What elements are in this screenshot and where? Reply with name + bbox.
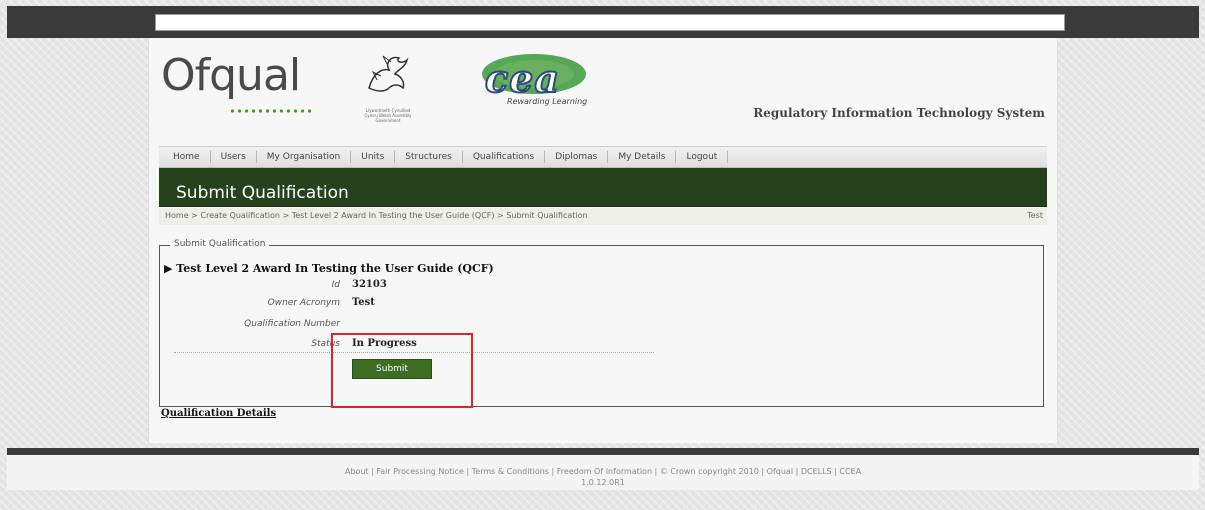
field-row-qualification-number: Qualification Number [160,316,490,334]
field-row-owner-acronym: Owner Acronym Test [160,295,490,313]
field-label: Owner Acronym [267,298,340,308]
field-label: Qualification Number [244,319,340,329]
nav-item-diplomas[interactable]: Diplomas [545,151,609,163]
cea-tagline: Rewarding Learning [507,97,588,106]
system-title: Regulatory Information Technology System [753,106,1045,120]
nav-item-logout[interactable]: Logout [676,151,729,163]
field-label: Status [311,339,340,349]
browser-top-bar [7,6,1199,38]
welsh-assembly-logo: Llywodraeth Cynulliad Cymru Welsh Assemb… [359,50,417,123]
ofqual-logo: Ofqual [161,50,301,101]
breadcrumb[interactable]: Home > Create Qualification > Test Level… [165,211,588,220]
footer-strip [7,448,1199,455]
breadcrumb-bar: Home > Create Qualification > Test Level… [159,208,1047,225]
main-nav: Home Users My Organisation Units Structu… [159,146,1047,168]
footer-version: 1.0.12.0R1 [581,478,625,487]
address-field[interactable] [155,14,1065,31]
nav-item-structures[interactable]: Structures [395,151,463,163]
field-label: Id [331,280,340,290]
nav-item-my-organisation[interactable]: My Organisation [257,151,352,163]
footer-links[interactable]: About | Fair Processing Notice | Terms &… [7,467,1199,476]
cea-logo: cea Rewarding Learning [479,50,589,110]
title-bar: Submit Qualification [159,168,1047,207]
nav-item-qualifications[interactable]: Qualifications [463,151,546,163]
nav-item-my-details[interactable]: My Details [608,151,677,163]
field-row-id: Id 32103 [160,277,490,295]
fieldset-legend: Submit Qualification [170,239,270,249]
nav-item-users[interactable]: Users [211,151,257,163]
field-value: 32103 [352,279,387,290]
page-title: Submit Qualification [176,183,349,203]
field-value: Test [352,297,375,308]
footer: About | Fair Processing Notice | Terms &… [7,455,1199,490]
highlight-annotation-box [331,333,473,408]
submit-qualification-fieldset: Submit Qualification ▶ Test Level 2 Awar… [159,239,1044,407]
dragon-icon [368,55,409,92]
qualification-details-link[interactable]: Qualification Details [161,408,276,419]
wales-logo-text: Llywodraeth Cynulliad Cymru Welsh Assemb… [364,108,412,123]
nav-item-units[interactable]: Units [351,151,396,163]
qualification-title[interactable]: ▶ Test Level 2 Award In Testing the User… [164,262,494,275]
nav-item-home[interactable]: Home [163,151,211,163]
cea-logo-letters: cea [484,55,560,102]
ofqual-logo-dots [229,108,315,114]
breadcrumb-user: Test [1027,211,1043,220]
main-page: Ofqual Llywodraeth Cynulliad Cymru Welsh… [148,38,1058,443]
